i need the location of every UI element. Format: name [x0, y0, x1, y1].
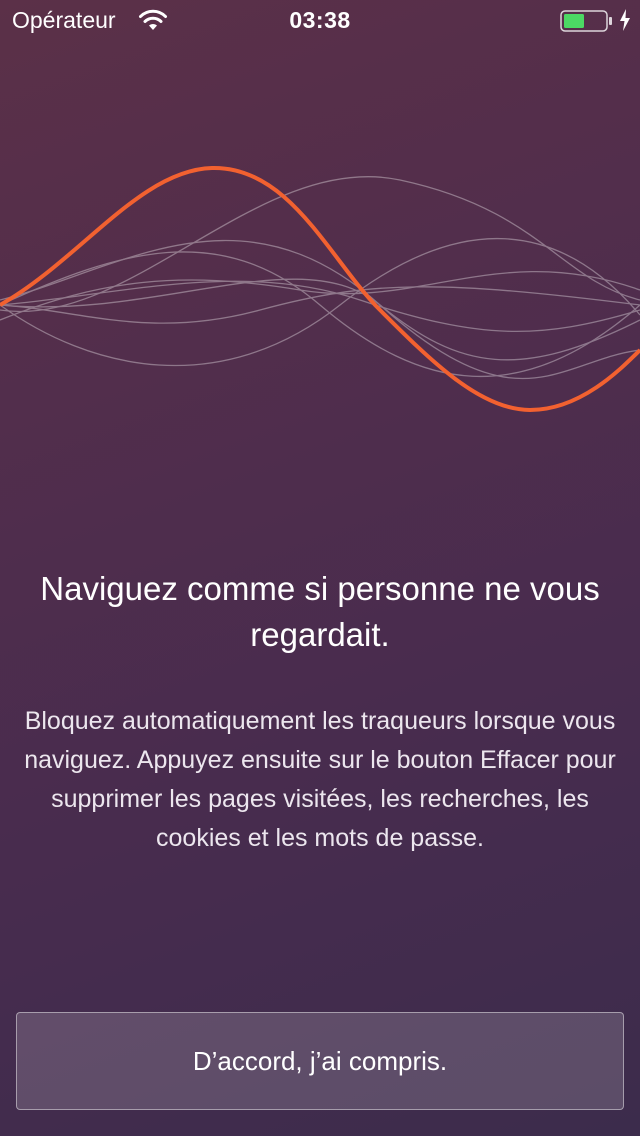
acknowledge-button[interactable]: D’accord, j’ai compris.	[16, 1012, 624, 1110]
sound-waves-illustration	[0, 165, 640, 413]
onboarding-title: Naviguez comme si personne ne vous regar…	[40, 570, 600, 653]
battery-charging-icon	[560, 10, 612, 32]
status-bar: Opérateur 03:38	[0, 0, 640, 40]
clock: 03:38	[289, 7, 351, 33]
charging-bolt-icon	[620, 9, 630, 31]
onboarding-description: Bloquez automatiquement les traqueurs lo…	[24, 707, 616, 852]
